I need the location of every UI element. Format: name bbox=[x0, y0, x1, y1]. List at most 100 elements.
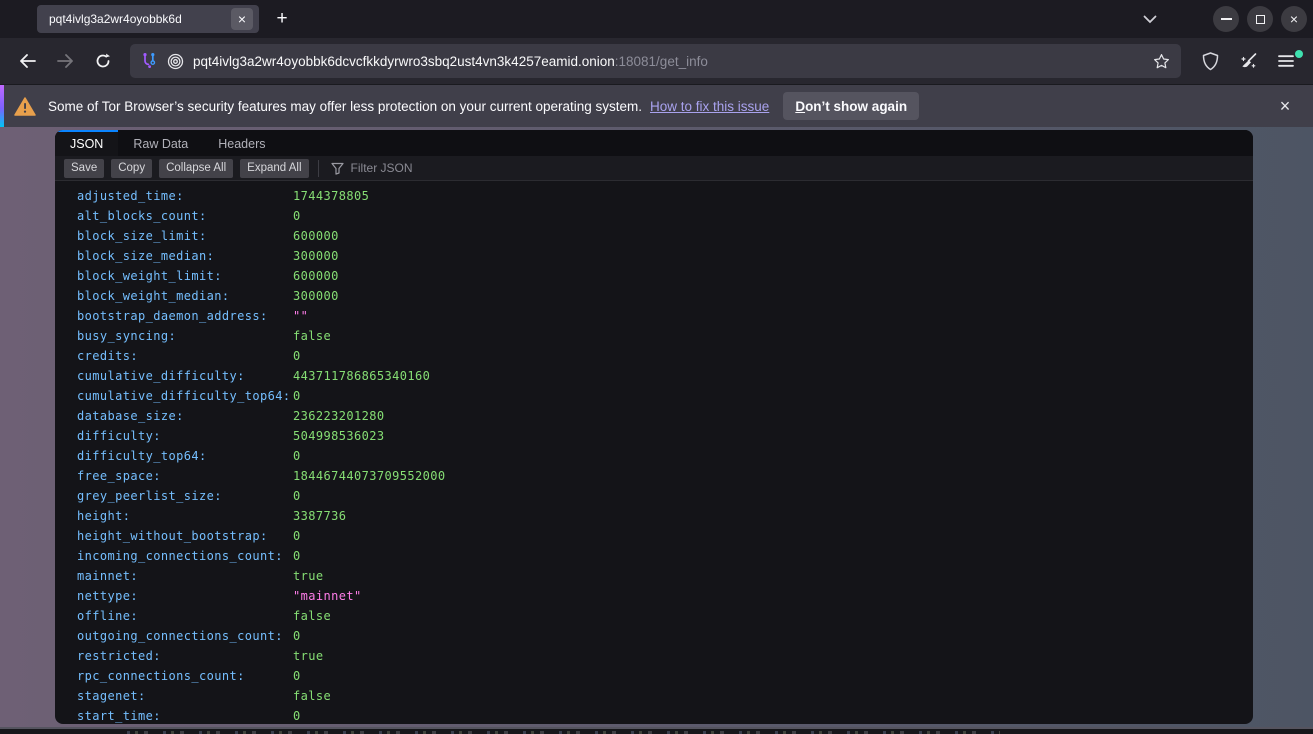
json-key: block_size_limit: bbox=[77, 229, 293, 243]
url-text[interactable]: pqt4ivlg3a2wr4oyobbk6dcvcfkkdyrwro3sbq2u… bbox=[193, 54, 1147, 69]
json-row: busy_syncing:false bbox=[77, 326, 1253, 346]
json-value: 18446744073709552000 bbox=[293, 469, 446, 483]
json-value: 443711786865340160 bbox=[293, 369, 430, 383]
json-key: incoming_connections_count: bbox=[77, 549, 293, 563]
list-all-tabs-button[interactable] bbox=[1135, 4, 1165, 34]
url-bar[interactable]: pqt4ivlg3a2wr4oyobbk6dcvcfkkdyrwro3sbq2u… bbox=[130, 44, 1181, 78]
viewer-tab-json[interactable]: JSON bbox=[55, 130, 118, 156]
json-value: false bbox=[293, 609, 331, 623]
json-value: 0 bbox=[293, 489, 301, 503]
infobar-accent-stripe bbox=[0, 85, 4, 127]
reload-button[interactable] bbox=[87, 45, 119, 77]
browser-tab[interactable]: pqt4ivlg3a2wr4oyobbk6d × bbox=[37, 5, 259, 33]
json-key: height: bbox=[77, 509, 293, 523]
json-key: alt_blocks_count: bbox=[77, 209, 293, 223]
dont-show-again-button[interactable]: Don’t show again bbox=[783, 92, 919, 120]
url-suffix: :18081/get_info bbox=[615, 54, 708, 69]
shield-icon bbox=[1202, 52, 1219, 71]
json-row: bootstrap_daemon_address:"" bbox=[77, 306, 1253, 326]
expand-all-button[interactable]: Expand All bbox=[240, 159, 308, 178]
background-window-strip bbox=[0, 727, 1313, 734]
json-key: difficulty: bbox=[77, 429, 293, 443]
json-value: 0 bbox=[293, 529, 301, 543]
json-key: restricted: bbox=[77, 649, 293, 663]
json-viewer-toolbar: Save Copy Collapse All Expand All bbox=[55, 156, 1253, 181]
viewer-tab-headers[interactable]: Headers bbox=[203, 130, 280, 156]
close-window-button[interactable]: × bbox=[1281, 6, 1307, 32]
json-value: 236223201280 bbox=[293, 409, 385, 423]
update-available-dot bbox=[1295, 50, 1303, 58]
json-row: cumulative_difficulty:443711786865340160 bbox=[77, 366, 1253, 386]
chevron-down-icon bbox=[1143, 15, 1157, 24]
json-value: "mainnet" bbox=[293, 589, 362, 603]
json-row: start_time:0 bbox=[77, 706, 1253, 724]
new-tab-button[interactable]: + bbox=[267, 4, 297, 34]
json-value: 504998536023 bbox=[293, 429, 385, 443]
json-row: outgoing_connections_count:0 bbox=[77, 626, 1253, 646]
star-icon bbox=[1153, 53, 1170, 70]
collapse-all-button[interactable]: Collapse All bbox=[159, 159, 233, 178]
hamburger-icon bbox=[1278, 55, 1294, 67]
funnel-filter-icon bbox=[331, 162, 344, 175]
json-value: 0 bbox=[293, 549, 301, 563]
broom-icon bbox=[1239, 52, 1258, 70]
json-value: 0 bbox=[293, 449, 301, 463]
json-value: 0 bbox=[293, 389, 301, 403]
json-row: block_size_median:300000 bbox=[77, 246, 1253, 266]
letterboxed-content-area: JSONRaw DataHeaders Save Copy Collapse All… bbox=[0, 127, 1313, 727]
json-key: grey_peerlist_size: bbox=[77, 489, 293, 503]
json-value: true bbox=[293, 569, 324, 583]
back-button[interactable] bbox=[11, 45, 43, 77]
json-row: height_without_bootstrap:0 bbox=[77, 526, 1253, 546]
json-row: alt_blocks_count:0 bbox=[77, 206, 1253, 226]
warning-triangle-icon bbox=[14, 97, 36, 116]
json-row: free_space:18446744073709552000 bbox=[77, 466, 1253, 486]
json-value: 300000 bbox=[293, 289, 339, 303]
json-value: 0 bbox=[293, 709, 301, 723]
json-value: 0 bbox=[293, 629, 301, 643]
copy-button[interactable]: Copy bbox=[111, 159, 152, 178]
how-to-fix-link[interactable]: How to fix this issue bbox=[650, 99, 769, 114]
new-identity-broom-button[interactable] bbox=[1232, 45, 1264, 77]
json-key: offline: bbox=[77, 609, 293, 623]
json-key: cumulative_difficulty: bbox=[77, 369, 293, 383]
minimize-button[interactable] bbox=[1213, 6, 1239, 32]
json-key: stagenet: bbox=[77, 689, 293, 703]
forward-button[interactable] bbox=[49, 45, 81, 77]
toolbar-separator bbox=[318, 160, 319, 177]
viewer-tab-raw-data[interactable]: Raw Data bbox=[118, 130, 203, 156]
bookmark-star-button[interactable] bbox=[1147, 47, 1175, 75]
tab-title: pqt4ivlg3a2wr4oyobbk6d bbox=[49, 12, 231, 26]
json-value: 0 bbox=[293, 669, 301, 683]
json-key: outgoing_connections_count: bbox=[77, 629, 293, 643]
json-key: credits: bbox=[77, 349, 293, 363]
json-key: rpc_connections_count: bbox=[77, 669, 293, 683]
save-button[interactable]: Save bbox=[64, 159, 104, 178]
json-key: mainnet: bbox=[77, 569, 293, 583]
json-value: 0 bbox=[293, 349, 301, 363]
window-controls: × bbox=[1213, 6, 1307, 32]
json-row: adjusted_time:1744378805 bbox=[77, 186, 1253, 206]
json-row: height:3387736 bbox=[77, 506, 1253, 526]
menu-wrap bbox=[1267, 45, 1305, 77]
shield-button[interactable] bbox=[1194, 45, 1226, 77]
json-row: block_weight_median:300000 bbox=[77, 286, 1253, 306]
json-key: height_without_bootstrap: bbox=[77, 529, 293, 543]
json-row: credits:0 bbox=[77, 346, 1253, 366]
tab-bar: pqt4ivlg3a2wr4oyobbk6d × + × bbox=[0, 0, 1313, 38]
tab-close-button[interactable]: × bbox=[231, 8, 253, 30]
tor-circuit-icon[interactable] bbox=[140, 52, 158, 70]
json-key: free_space: bbox=[77, 469, 293, 483]
json-rows: adjusted_time:1744378805alt_blocks_count… bbox=[55, 181, 1253, 724]
json-row: grey_peerlist_size:0 bbox=[77, 486, 1253, 506]
json-value: 600000 bbox=[293, 269, 339, 283]
maximize-button[interactable] bbox=[1247, 6, 1273, 32]
json-row: mainnet:true bbox=[77, 566, 1253, 586]
navigation-toolbar: pqt4ivlg3a2wr4oyobbk6dcvcfkkdyrwro3sbq2u… bbox=[0, 38, 1313, 84]
filter-json-input[interactable] bbox=[351, 161, 571, 175]
json-value: 600000 bbox=[293, 229, 339, 243]
json-value: "" bbox=[293, 309, 308, 323]
json-row: database_size:236223201280 bbox=[77, 406, 1253, 426]
infobar-close-button[interactable]: × bbox=[1271, 92, 1299, 120]
onion-site-icon[interactable] bbox=[167, 53, 184, 70]
